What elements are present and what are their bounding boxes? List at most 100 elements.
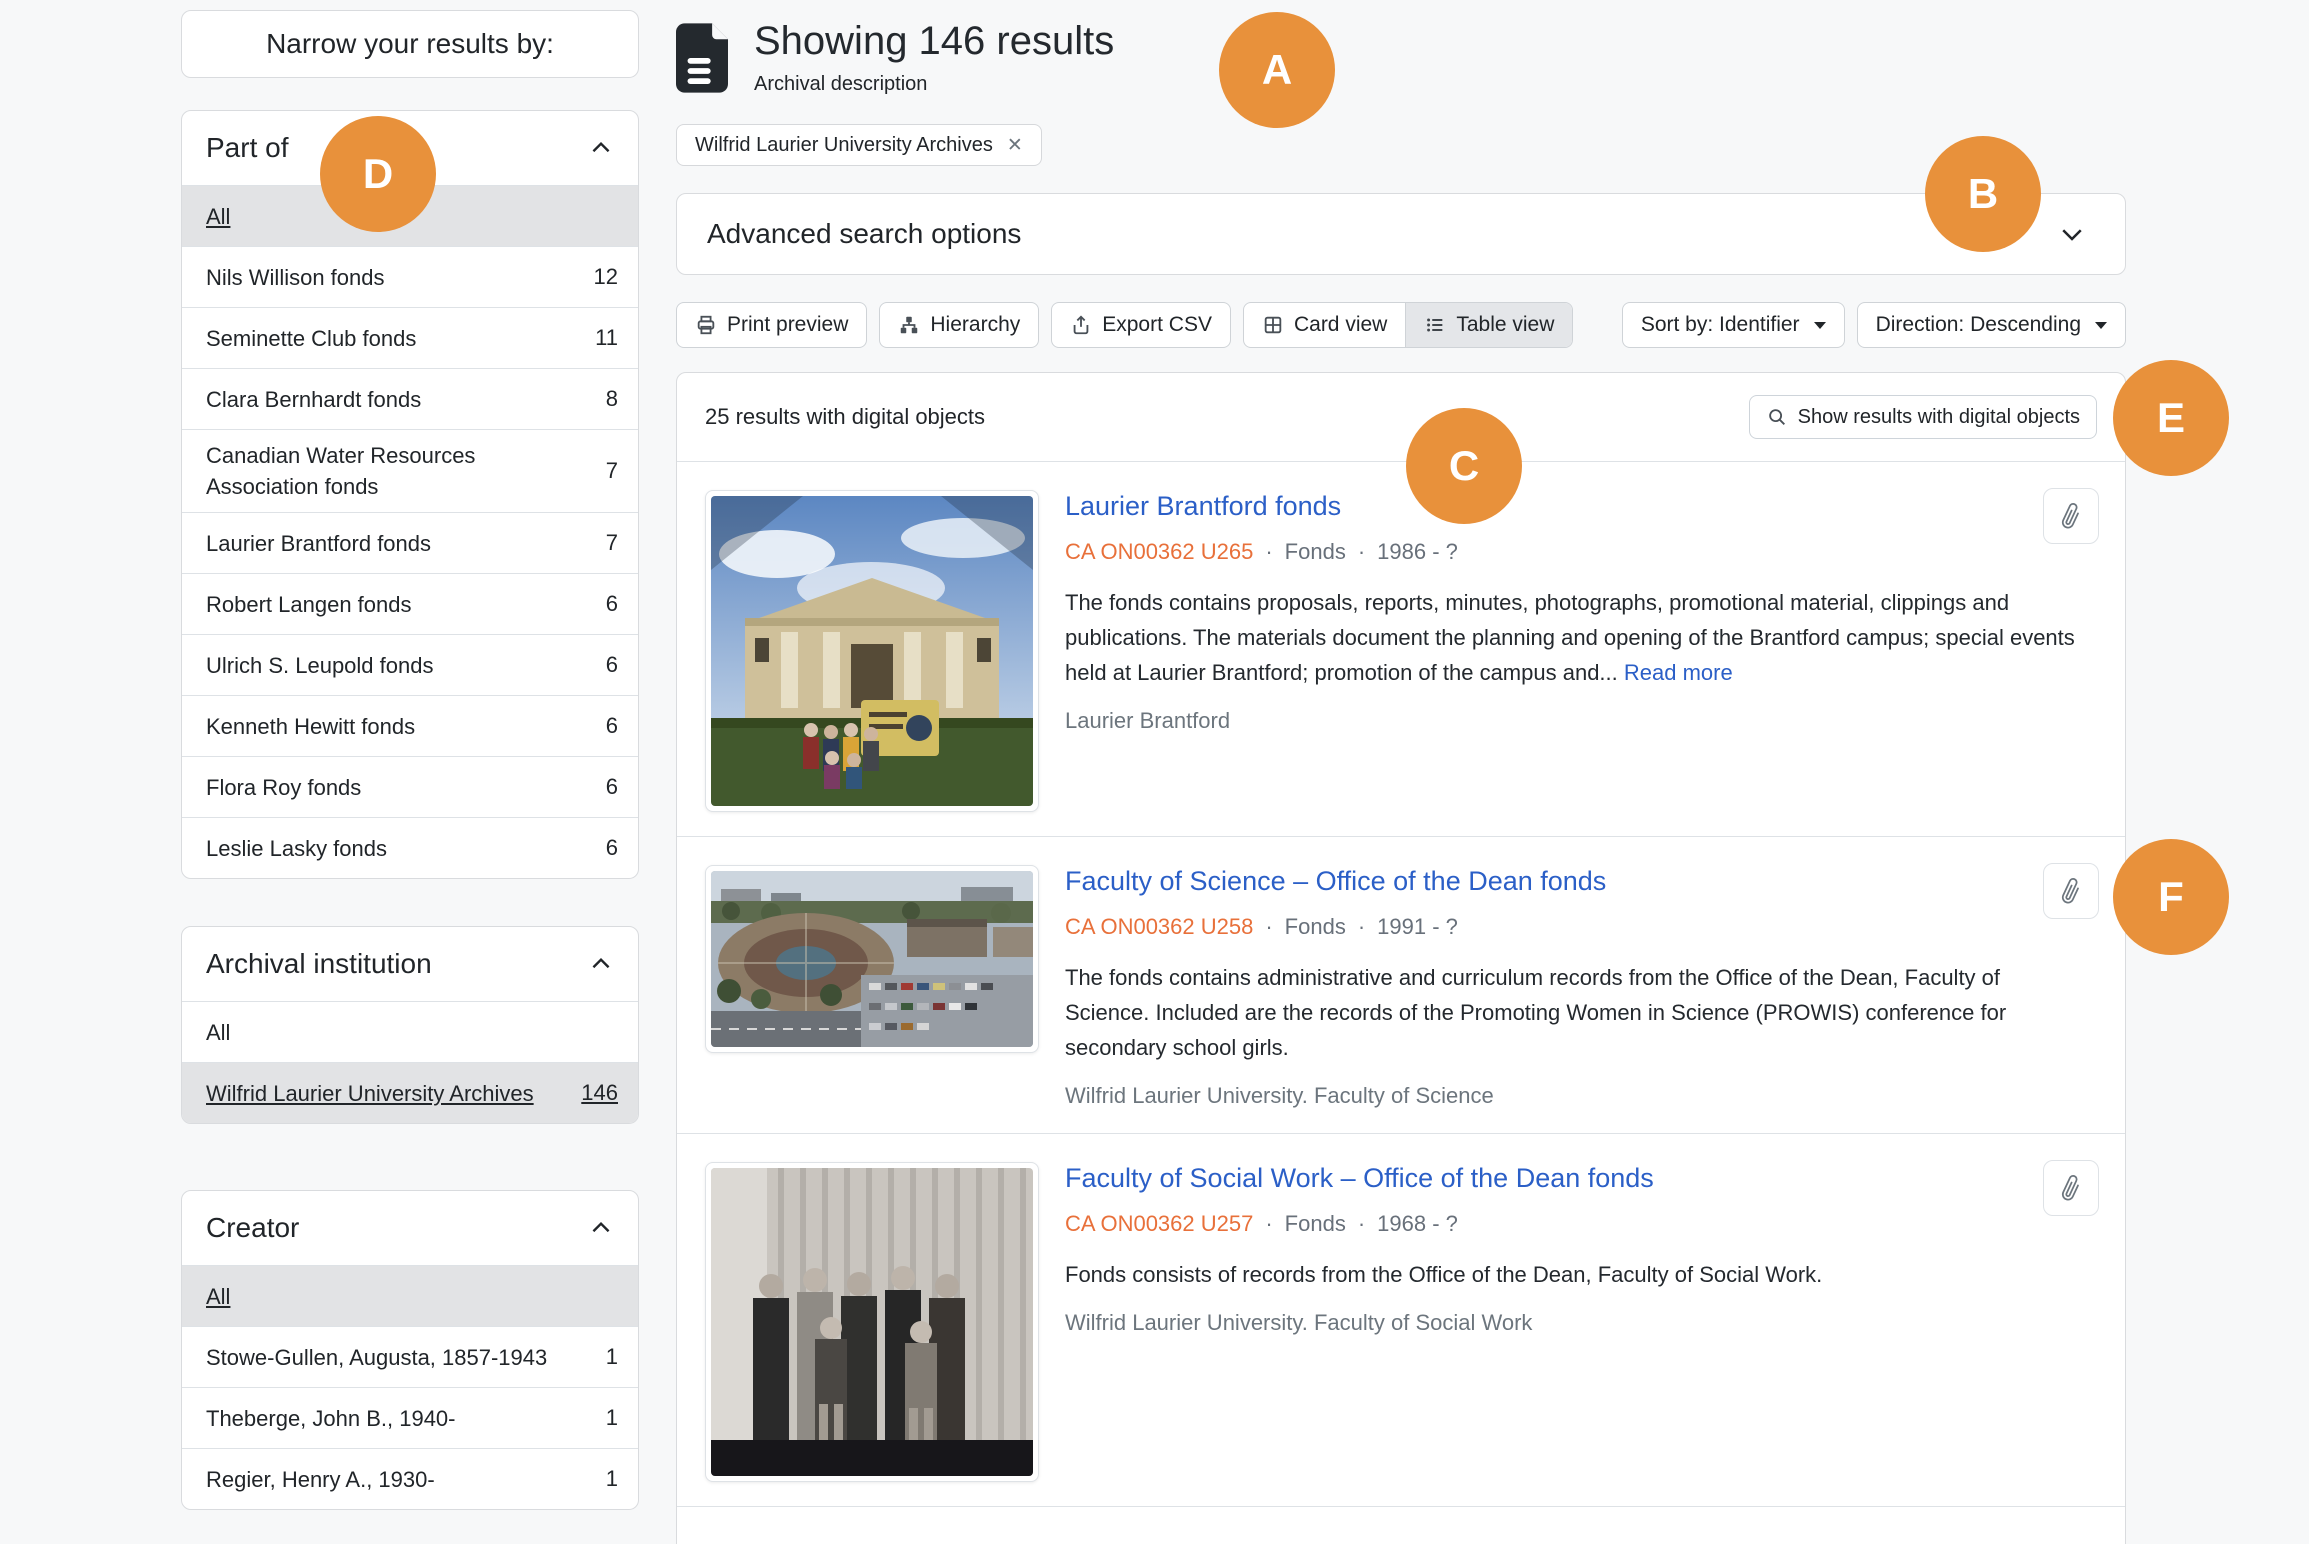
hierarchy-icon (898, 314, 920, 336)
facet-option-robert-langen-fonds[interactable]: Robert Langen fonds 6 (182, 573, 638, 634)
meta-separator: · (1358, 914, 1365, 940)
card-view-icon (1262, 314, 1284, 336)
result-item-faculty-of-science-office-of-the-dean-fonds: Faculty of Science – Office of the Dean … (677, 836, 2125, 1133)
facet-option-wilfrid-laurier-university-archives[interactable]: Wilfrid Laurier University Archives 146 (182, 1062, 638, 1123)
result-item-laurier-brantford-fonds: Laurier Brantford fonds CA ON00362 U265 … (677, 461, 2125, 836)
meta-separator: · (1358, 539, 1365, 565)
attachment-button[interactable] (2043, 1160, 2099, 1216)
facet-option-label[interactable]: All (206, 1017, 230, 1048)
chevron-up-icon (588, 1215, 614, 1241)
facet-option-flora-roy-fonds[interactable]: Flora Roy fonds6 (182, 756, 638, 817)
facet-option-count: 8 (606, 386, 618, 412)
facet-option-label[interactable]: Theberge, John B., 1940- (206, 1403, 456, 1434)
result-title-link[interactable]: Laurier Brantford fonds (1065, 490, 2097, 523)
facet-option-stowe-gullen-augusta-1857-1943[interactable]: Stowe-Gullen, Augusta, 1857-19431 (182, 1326, 638, 1387)
attachment-button[interactable] (2043, 488, 2099, 544)
meta-separator: · (1358, 1211, 1365, 1237)
facet-option-label[interactable]: Ulrich S. Leupold fonds (206, 650, 433, 681)
header-text: Showing 146 results Archival description (754, 16, 1114, 96)
facet-option-label[interactable]: Stowe-Gullen, Augusta, 1857-1943 (206, 1342, 547, 1373)
caret-down-icon (1814, 322, 1826, 329)
sort-by-dropdown[interactable]: Sort by: Identifier (1622, 302, 1845, 348)
facet-option-label[interactable]: Clara Bernhardt fonds (206, 384, 421, 415)
result-thumbnail-image (711, 1168, 1033, 1476)
search-results-page: Narrow your results by: Part of AllNils … (0, 0, 2309, 1544)
facet-option-label[interactable]: Laurier Brantford fonds (206, 528, 431, 559)
facet-title: Creator (206, 1212, 299, 1244)
facet-option-label[interactable]: Kenneth Hewitt fonds (206, 711, 415, 742)
annotation-circle-d: D (320, 116, 436, 232)
chevron-up-icon (588, 951, 614, 977)
annotation-circle-c: C (1406, 408, 1522, 524)
result-title-link[interactable]: Faculty of Social Work – Office of the D… (1065, 1162, 2097, 1195)
facet-option-kenneth-hewitt-fonds[interactable]: Kenneth Hewitt fonds6 (182, 695, 638, 756)
result-meta: CA ON00362 U265 · Fonds · 1986 - ? (1065, 539, 2097, 565)
toolbar-spacer (1573, 302, 1621, 348)
attachment-button[interactable] (2043, 863, 2099, 919)
facet-option-nils-willison-fonds[interactable]: Nils Willison fonds 12 (182, 246, 638, 307)
facet-option-count: 7 (606, 458, 618, 484)
facet-archival-institution-header[interactable]: Archival institution (182, 927, 638, 1001)
advanced-search-panel[interactable]: Advanced search options (676, 193, 2126, 275)
remove-filter-icon[interactable]: ✕ (1007, 136, 1023, 155)
print-preview-button[interactable]: Print preview (676, 302, 867, 348)
table-view-icon (1424, 314, 1446, 336)
page-subtitle: Archival description (754, 73, 1114, 96)
read-more-link[interactable]: Read more (1624, 660, 1733, 685)
narrow-results-label: Narrow your results by: (266, 28, 554, 60)
result-dates: 1986 - ? (1377, 539, 1458, 565)
facet-title: Archival institution (206, 948, 432, 980)
facet-option-list: All Nils Willison fonds 12 Seminette Club f… (182, 185, 638, 878)
facet-option-label[interactable]: Wilfrid Laurier University Archives (206, 1078, 534, 1109)
facet-option-all[interactable]: All (182, 1001, 638, 1062)
facet-option-count: 146 (581, 1080, 618, 1106)
digital-objects-count: 25 results with digital objects (705, 404, 985, 430)
result-dates: 1991 - ? (1377, 914, 1458, 940)
export-csv-button[interactable]: Export CSV (1051, 302, 1231, 348)
facet-option-count: 11 (595, 325, 618, 351)
result-thumbnail[interactable] (705, 490, 1039, 812)
hierarchy-button[interactable]: Hierarchy (879, 302, 1039, 348)
advanced-search-label: Advanced search options (707, 218, 1021, 250)
facet-creator-header[interactable]: Creator (182, 1191, 638, 1265)
facet-option-ulrich-s-leupold-fonds[interactable]: Ulrich S. Leupold fonds6 (182, 634, 638, 695)
facet-option-count: 6 (606, 591, 618, 617)
result-level: Fonds (1285, 539, 1346, 565)
facet-option-label[interactable]: All (206, 1281, 230, 1312)
facet-option-label[interactable]: Canadian Water Resources Association fon… (206, 440, 554, 502)
result-thumbnail[interactable] (705, 1162, 1039, 1482)
show-digital-objects-button[interactable]: Show results with digital objects (1749, 395, 2097, 439)
facet-option-theberge-john-b-1940[interactable]: Theberge, John B., 1940- 1 (182, 1387, 638, 1448)
facet-option-label[interactable]: Leslie Lasky fonds (206, 833, 387, 864)
facet-option-seminette-club-fonds[interactable]: Seminette Club fonds 11 (182, 307, 638, 368)
annotation-circle-e: E (2113, 360, 2229, 476)
result-level: Fonds (1285, 1211, 1346, 1237)
card-view-button[interactable]: Card view (1244, 303, 1405, 347)
annotation-circle-f: F (2113, 839, 2229, 955)
facet-option-count: 12 (594, 264, 618, 290)
facet-option-clara-bernhardt-fonds[interactable]: Clara Bernhardt fonds 8 (182, 368, 638, 429)
facet-option-label[interactable]: Nils Willison fonds (206, 262, 385, 293)
facet-option-label[interactable]: Flora Roy fonds (206, 772, 361, 803)
facet-option-label[interactable]: Seminette Club fonds (206, 323, 416, 354)
result-thumbnail[interactable] (705, 865, 1039, 1053)
archival-description-icon (676, 22, 728, 94)
facet-option-label[interactable]: Robert Langen fonds (206, 589, 412, 620)
direction-dropdown[interactable]: Direction: Descending (1857, 302, 2126, 348)
facet-option-regier-henry-a-1930[interactable]: Regier, Henry A., 1930-1 (182, 1448, 638, 1509)
facet-option-label[interactable]: Regier, Henry A., 1930- (206, 1464, 435, 1495)
facet-option-canadian-water-resources-association-fonds[interactable]: Canadian Water Resources Association fon… (182, 429, 638, 512)
facet-option-label[interactable]: All (206, 201, 230, 232)
result-creator: Wilfrid Laurier University. Faculty of S… (1065, 1083, 2097, 1109)
table-view-button[interactable]: Table view (1405, 303, 1572, 347)
result-title-link[interactable]: Faculty of Science – Office of the Dean … (1065, 865, 2097, 898)
facet-option-all[interactable]: All (182, 1265, 638, 1326)
result-creator: Laurier Brantford (1065, 708, 2097, 734)
facet-option-laurier-brantford-fonds[interactable]: Laurier Brantford fonds7 (182, 512, 638, 573)
search-icon (1766, 406, 1788, 428)
result-body: Faculty of Science – Office of the Dean … (1065, 865, 2097, 1109)
chevron-down-icon (2057, 219, 2087, 249)
view-toggle: Card view Table view (1243, 302, 1573, 348)
facet-option-leslie-lasky-fonds[interactable]: Leslie Lasky fonds6 (182, 817, 638, 878)
facet-option-count: 1 (606, 1405, 618, 1431)
